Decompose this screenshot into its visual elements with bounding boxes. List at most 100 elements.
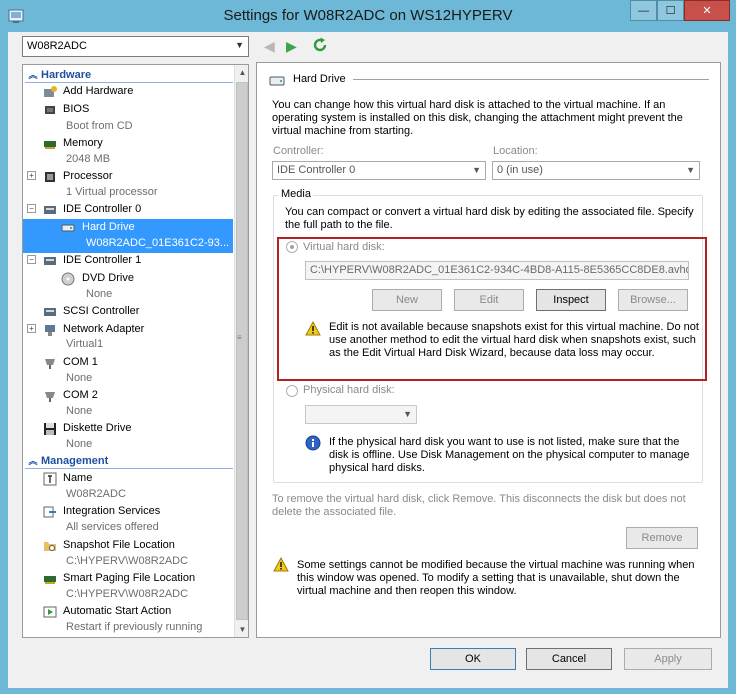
edit-button[interactable]: Edit: [454, 289, 524, 311]
management-section-header[interactable]: ︽ Management: [25, 454, 233, 469]
collapse-icon: ︽: [28, 456, 38, 466]
smart-paging-icon: [44, 576, 56, 584]
network-adapter-icon: [45, 325, 55, 336]
add-hardware-icon: [44, 86, 57, 97]
expand-icon[interactable]: +: [27, 324, 36, 333]
tree-item-bios[interactable]: BIOS: [23, 102, 233, 118]
remove-description: To remove the virtual hard disk, click R…: [272, 493, 686, 518]
collapse-icon: ︽: [28, 70, 38, 80]
tree-item-scsi-controller[interactable]: SCSI Controller: [23, 304, 233, 320]
forward-arrow-icon[interactable]: ▶: [286, 38, 297, 55]
physical-disk-info: If the physical hard disk you want to us…: [329, 436, 690, 474]
settings-tree: ︽ Hardware Add Hardware BIOS Boot from CD…: [22, 64, 249, 638]
virtual-hard-disk-label: Virtual hard disk:: [303, 241, 385, 253]
panel-title: Hard Drive: [293, 73, 346, 85]
tree-item-com2-detail: None: [66, 405, 93, 417]
warning-icon: [305, 321, 321, 336]
scroll-up-icon[interactable]: ▲: [235, 65, 248, 80]
new-button[interactable]: New: [372, 289, 442, 311]
tree-scrollbar-thumb[interactable]: [236, 82, 248, 620]
tree-item-diskette-drive[interactable]: Diskette Drive: [23, 421, 233, 437]
scroll-grip-icon: ≡: [237, 333, 242, 342]
dvd-disc-icon: [61, 272, 75, 286]
vhd-path-input[interactable]: C:\HYPERV\W08R2ADC_01E361C2-934C-4BD8-A1…: [305, 261, 689, 280]
close-button[interactable]: ✕: [684, 0, 730, 21]
tree-item-add-hardware[interactable]: Add Hardware: [23, 84, 233, 100]
media-label: Media: [279, 188, 313, 201]
tree-item-automatic-start-detail: Restart if previously running: [66, 621, 203, 633]
tree-item-processor-detail: 1 Virtual processor: [66, 186, 158, 198]
snapshot-folder-icon: [44, 542, 56, 551]
tree-item-network-adapter[interactable]: + Network Adapter: [23, 322, 233, 338]
tree-item-dvd-drive[interactable]: DVD Drive: [23, 271, 233, 287]
inspect-button[interactable]: Inspect: [536, 289, 606, 311]
hard-drive-settings-panel: Hard Drive You can change how this virtu…: [256, 62, 721, 638]
integration-services-icon: [43, 506, 56, 518]
settings-running-warning: Some settings cannot be modified because…: [297, 559, 695, 597]
physical-disk-dropdown[interactable]: ▼: [305, 405, 417, 424]
tree-item-automatic-start-action[interactable]: Automatic Start Action: [23, 604, 233, 620]
tree-item-integration-services[interactable]: Integration Services: [23, 504, 233, 520]
tree-item-com2[interactable]: COM 2: [23, 388, 233, 404]
tree-item-memory-detail: 2048 MB: [66, 153, 111, 165]
warning-icon: [273, 557, 289, 572]
tree-item-memory[interactable]: Memory: [23, 136, 233, 152]
edit-unavailable-warning: Edit is not available because snapshots …: [329, 321, 699, 359]
ide-controller-icon: [44, 257, 56, 265]
back-arrow-icon[interactable]: ◀: [264, 38, 275, 55]
physical-hard-disk-radio[interactable]: [286, 385, 298, 397]
refresh-icon[interactable]: [312, 37, 328, 53]
hard-drive-icon: [269, 76, 285, 86]
minimize-button[interactable]: —: [630, 0, 657, 21]
maximize-button[interactable]: ☐: [657, 0, 684, 21]
scsi-controller-icon: [44, 308, 56, 316]
window-frame-left: [0, 32, 8, 694]
virtual-hard-disk-radio[interactable]: [286, 241, 298, 253]
tree-item-integration-detail: All services offered: [66, 521, 159, 533]
com-port-icon: [45, 359, 55, 369]
tree-item-ide-controller-1[interactable]: − IDE Controller 1: [23, 253, 233, 269]
location-dropdown[interactable]: 0 (in use) ▼: [492, 161, 700, 180]
chevron-down-icon: ▼: [403, 409, 412, 419]
collapse-tree-icon[interactable]: −: [27, 204, 36, 213]
vm-selector-dropdown[interactable]: W08R2ADC ▼: [22, 36, 249, 57]
tree-item-com1-detail: None: [66, 372, 93, 384]
tree-item-snapshot-location[interactable]: Snapshot File Location: [23, 538, 233, 554]
physical-hard-disk-label: Physical hard disk:: [303, 384, 395, 396]
vm-selector-value: W08R2ADC: [27, 40, 87, 52]
tree-item-name-detail: W08R2ADC: [66, 488, 126, 500]
start-action-icon: [43, 606, 57, 618]
memory-icon: [44, 141, 56, 149]
title-divider: [353, 79, 709, 80]
expand-icon[interactable]: +: [27, 171, 36, 180]
ide-controller-icon: [44, 206, 56, 214]
attachment-description: You can change how this virtual hard dis…: [272, 99, 683, 137]
tree-item-processor[interactable]: + Processor: [23, 169, 233, 185]
tree-item-com1[interactable]: COM 1: [23, 355, 233, 371]
remove-button[interactable]: Remove: [626, 527, 698, 549]
tree-item-ide-controller-0[interactable]: − IDE Controller 0: [23, 202, 233, 218]
tree-scrollbar[interactable]: ▲ ≡ ▼: [234, 65, 248, 637]
media-description: You can compact or convert a virtual har…: [285, 206, 694, 231]
tree-item-hard-drive[interactable]: Hard Drive: [23, 220, 233, 236]
tree-item-bios-detail: Boot from CD: [66, 120, 133, 132]
scroll-down-icon[interactable]: ▼: [235, 622, 248, 637]
diskette-icon: [44, 423, 56, 435]
apply-button[interactable]: Apply: [624, 648, 712, 670]
controller-dropdown[interactable]: IDE Controller 0 ▼: [272, 161, 486, 180]
tree-item-network-detail: Virtual1: [66, 338, 104, 350]
window-frame-right: [728, 32, 736, 694]
info-icon: [305, 435, 321, 451]
collapse-tree-icon[interactable]: −: [27, 255, 36, 264]
controller-label: Controller:: [273, 145, 324, 157]
cancel-button[interactable]: Cancel: [526, 648, 612, 670]
ok-button[interactable]: OK: [430, 648, 516, 670]
window-frame-bottom: [0, 688, 736, 694]
tree-item-name[interactable]: Name: [23, 471, 233, 487]
com-port-icon: [45, 392, 55, 402]
chevron-down-icon: ▼: [686, 165, 695, 175]
tree-item-smart-paging-location[interactable]: Smart Paging File Location: [23, 571, 233, 587]
tree-item-snapshot-detail: C:\HYPERV\W08R2ADC: [66, 555, 189, 567]
hardware-section-header[interactable]: ︽ Hardware: [25, 68, 233, 83]
browse-button[interactable]: Browse...: [618, 289, 688, 311]
